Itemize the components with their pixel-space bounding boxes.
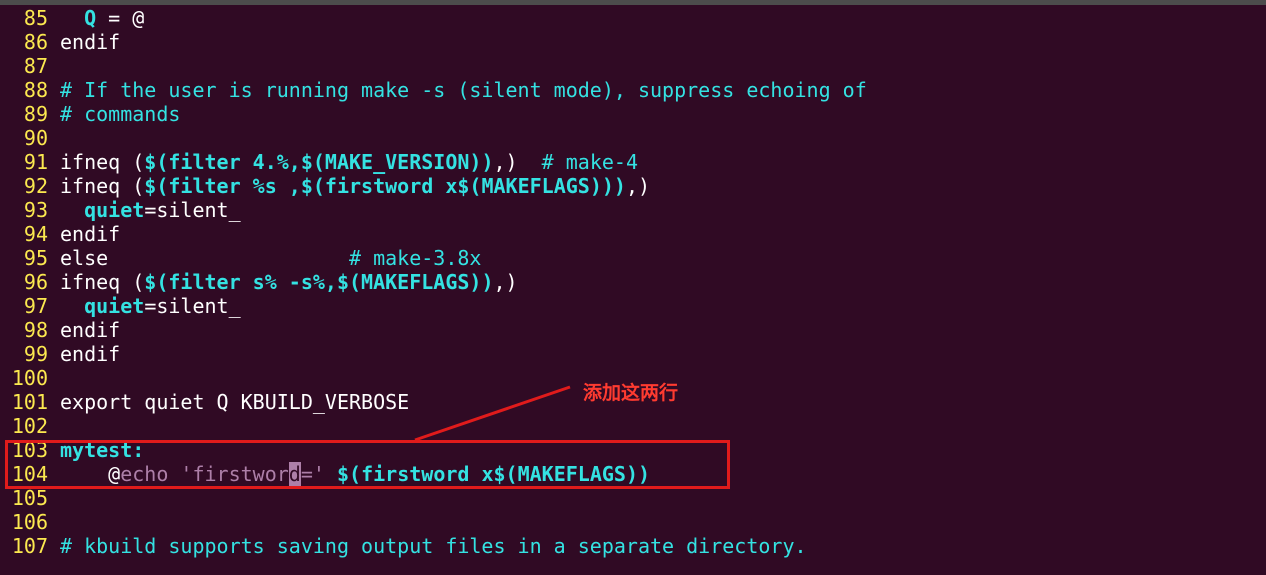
- line-number: 93: [23, 198, 48, 222]
- code-token: ifneq (: [60, 270, 145, 294]
- code-line[interactable]: 85 Q = @: [0, 6, 1266, 30]
- code-line[interactable]: 89 # commands: [0, 102, 1266, 126]
- code-line[interactable]: 102: [0, 414, 1266, 438]
- code-token: endif: [60, 222, 121, 246]
- code-token: quiet: [84, 294, 145, 318]
- annotation-highlight-box: [5, 440, 730, 489]
- code-line[interactable]: 93 quiet=silent_: [0, 198, 1266, 222]
- code-line[interactable]: 106: [0, 510, 1266, 534]
- code-line[interactable]: 87: [0, 54, 1266, 78]
- code-token: = @: [96, 6, 145, 30]
- code-token: else: [60, 246, 349, 270]
- line-number: 100: [11, 366, 48, 390]
- line-number: 85: [23, 6, 48, 30]
- code-token: ifneq (: [60, 174, 145, 198]
- code-line[interactable]: 86 endif: [0, 30, 1266, 54]
- code-token: ,): [625, 174, 651, 198]
- line-number: 101: [11, 390, 48, 414]
- line-code[interactable]: ifneq ($(filter 4.%,$(MAKE_VERSION)),) #…: [60, 150, 638, 174]
- line-code[interactable]: endif: [60, 342, 120, 366]
- code-token: export quiet Q KBUILD_VERBOSE: [60, 390, 410, 414]
- annotation-label: 添加这两行: [583, 382, 679, 404]
- code-token: $(filter 4.%,$(MAKE_VERSION)): [144, 150, 494, 174]
- code-line[interactable]: 96 ifneq ($(filter s% -s%,$(MAKEFLAGS)),): [0, 270, 1266, 294]
- code-token: =silent_: [144, 198, 241, 222]
- line-code[interactable]: quiet=silent_: [60, 294, 241, 318]
- code-token: ifneq (: [60, 150, 145, 174]
- code-line[interactable]: 107 # kbuild supports saving output files…: [0, 534, 1266, 558]
- line-number: 92: [23, 174, 48, 198]
- code-line[interactable]: 94 endif: [0, 222, 1266, 246]
- line-code[interactable]: endif: [60, 318, 120, 342]
- code-line[interactable]: 91 ifneq ($(filter 4.%,$(MAKE_VERSION)),)…: [0, 150, 1266, 174]
- code-token: # If the user is running make -s (silent…: [60, 78, 867, 102]
- code-token: # make-3.8x: [348, 246, 482, 270]
- code-token: ,): [493, 270, 518, 294]
- line-number: 107: [11, 534, 48, 558]
- code-line[interactable]: 98 endif: [0, 318, 1266, 342]
- line-code[interactable]: # commands: [60, 102, 180, 126]
- code-line[interactable]: 92 ifneq ($(filter %s ,$(firstword x$(MAK…: [0, 174, 1266, 198]
- line-number: 98: [23, 318, 48, 342]
- code-token: $(filter %s ,$(firstword x$(MAKEFLAGS))): [144, 174, 626, 198]
- line-code[interactable]: endif: [60, 222, 120, 246]
- line-number: 105: [11, 486, 48, 510]
- window-top-border: [0, 0, 1266, 5]
- code-line[interactable]: 88 # If the user is running make -s (sile…: [0, 78, 1266, 102]
- code-token: endif: [60, 30, 121, 54]
- line-code[interactable]: ifneq ($(filter s% -s%,$(MAKEFLAGS)),): [60, 270, 518, 294]
- line-number: 90: [23, 126, 48, 150]
- line-number: 97: [23, 294, 48, 318]
- line-code[interactable]: quiet=silent_: [60, 198, 241, 222]
- line-code[interactable]: # kbuild supports saving output files in…: [60, 534, 807, 558]
- line-code[interactable]: ifneq ($(filter %s ,$(firstword x$(MAKEF…: [60, 174, 650, 198]
- line-number: 106: [11, 510, 48, 534]
- code-token: $(filter s% -s%,$(MAKEFLAGS)): [144, 270, 494, 294]
- code-token: # make-4: [541, 150, 638, 174]
- code-line[interactable]: 105: [0, 486, 1266, 510]
- line-number: 86: [23, 30, 48, 54]
- code-token: quiet: [84, 198, 145, 222]
- line-number: 88: [23, 78, 48, 102]
- code-token: endif: [60, 342, 121, 366]
- line-number: 95: [23, 246, 48, 270]
- line-number: 102: [11, 414, 48, 438]
- code-line[interactable]: 99 endif: [0, 342, 1266, 366]
- code-token: endif: [60, 318, 121, 342]
- line-number: 89: [23, 102, 48, 126]
- code-line[interactable]: 95 else # make-3.8x: [0, 246, 1266, 270]
- code-token: ,): [493, 150, 542, 174]
- line-number: 96: [23, 270, 48, 294]
- line-number: 94: [23, 222, 48, 246]
- code-token: Q: [84, 6, 97, 30]
- line-code[interactable]: Q = @: [60, 6, 144, 30]
- line-code[interactable]: else # make-3.8x: [60, 246, 481, 270]
- line-code[interactable]: # If the user is running make -s (silent…: [60, 78, 867, 102]
- code-token: # kbuild supports saving output files in…: [60, 534, 807, 558]
- code-line[interactable]: 97 quiet=silent_: [0, 294, 1266, 318]
- line-code[interactable]: endif: [60, 30, 120, 54]
- line-code[interactable]: export quiet Q KBUILD_VERBOSE: [60, 390, 409, 414]
- code-token: # commands: [60, 102, 181, 126]
- line-number: 99: [23, 342, 48, 366]
- code-line[interactable]: 90: [0, 126, 1266, 150]
- code-token: =silent_: [144, 294, 241, 318]
- line-number: 87: [23, 54, 48, 78]
- line-number: 91: [23, 150, 48, 174]
